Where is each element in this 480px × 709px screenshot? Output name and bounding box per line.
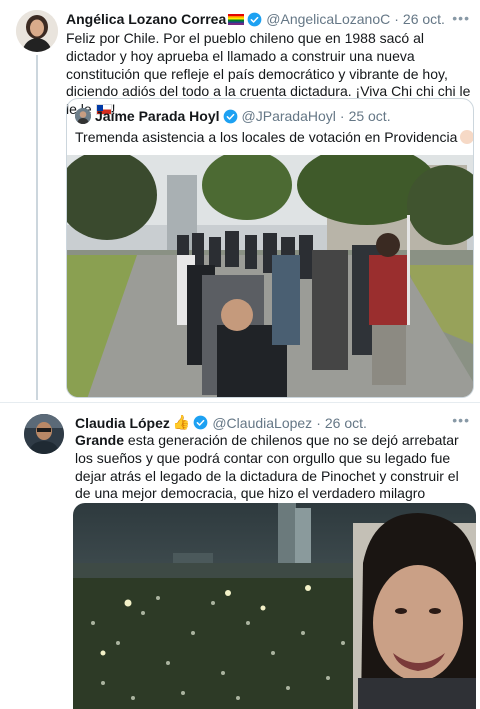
rainbow-flag-icon: [228, 13, 245, 25]
separator-dot: ·: [394, 11, 399, 27]
avatar[interactable]: [24, 414, 64, 454]
voting-line-photo[interactable]: [67, 155, 473, 397]
tweet-header: Angélica Lozano Correa @AngelicaLozanoC …: [66, 11, 445, 27]
tweet-date[interactable]: 26 oct.: [403, 11, 445, 27]
tweet-date[interactable]: 26 oct.: [325, 415, 367, 431]
verified-badge-icon: [223, 109, 237, 123]
quoted-text: Tremenda asistencia a los locales de vot…: [75, 129, 473, 145]
quoted-text-main: Tremenda asistencia a los locales de vot…: [75, 129, 458, 145]
quoted-author-name[interactable]: Jaime Parada Hoyl: [95, 108, 220, 124]
thumbs-up-emoji-icon: 👍: [172, 414, 191, 430]
tweet-angelica[interactable]: Angélica Lozano Correa @AngelicaLozanoC …: [0, 0, 480, 400]
verified-badge-icon: [193, 415, 208, 430]
tweet-header: Claudia López 👍 @ClaudiaLopez · 26 oct.: [75, 414, 367, 431]
avatar[interactable]: [16, 10, 58, 52]
celebration-video-thumbnail[interactable]: [73, 503, 476, 709]
raised-hand-emoji-icon: [460, 130, 473, 144]
author-handle[interactable]: @AngelicaLozanoC: [266, 11, 390, 27]
quoted-header: Jaime Parada Hoyl @JParadaHoyl · 25 oct.: [95, 108, 391, 124]
verified-badge-icon: [247, 12, 262, 26]
author-name[interactable]: Angélica Lozano Correa: [66, 11, 226, 27]
tweet-text-bold: Grande: [75, 432, 125, 448]
thread-line: [36, 55, 38, 400]
more-dots-icon[interactable]: •••: [452, 412, 470, 428]
quoted-date[interactable]: 25 oct.: [349, 108, 391, 124]
quoted-avatar[interactable]: [75, 108, 91, 124]
separator-dot: ·: [316, 414, 321, 431]
quoted-tweet[interactable]: Jaime Parada Hoyl @JParadaHoyl · 25 oct.…: [66, 98, 474, 398]
author-handle[interactable]: @ClaudiaLopez: [212, 415, 312, 431]
quoted-author-handle[interactable]: @JParadaHoyl: [242, 108, 336, 124]
more-dots-icon[interactable]: •••: [452, 10, 470, 26]
separator-dot: ·: [339, 108, 345, 124]
author-name[interactable]: Claudia López: [75, 415, 170, 431]
